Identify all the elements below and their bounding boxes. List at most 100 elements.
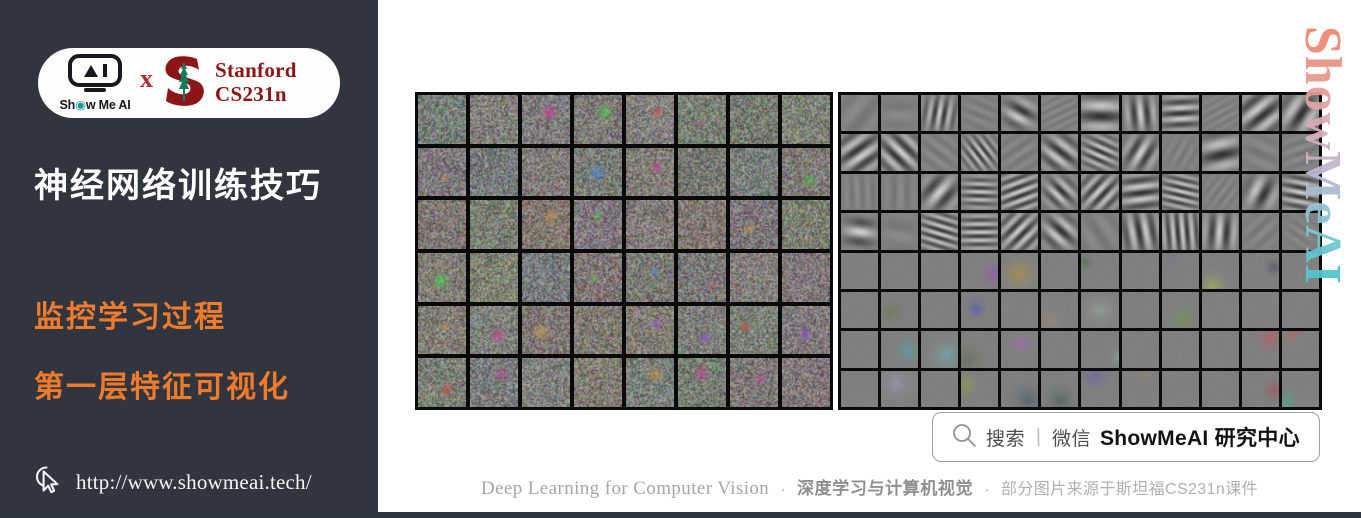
filter-cell [418,147,466,197]
stanford-line2: CS231n [215,82,287,106]
filter-cell [1161,173,1199,211]
filter-cell [1001,95,1039,132]
filter-cell [1041,134,1079,171]
filter-cell [1121,213,1159,250]
filter-cell [1201,173,1239,211]
filter-cell [626,358,674,407]
logo-badge: Sh◉w Me AI x Stanford CS231n [38,48,340,118]
filter-cell [1281,291,1319,329]
sidebar: Sh◉w Me AI x Stanford CS231n 神经网络训练技巧 监控… [0,0,378,518]
wechat-search-bar[interactable]: 搜索 | 微信 ShowMeAI 研究中心 [932,412,1320,462]
filter-cell [1241,291,1279,329]
filter-grid-gabor-cells [838,92,1322,410]
filter-cell [418,253,466,302]
filter-cell [921,252,959,289]
filter-cell [1201,252,1239,289]
bottom-border [0,512,1361,518]
filter-cell [1081,213,1119,250]
showmeai-logo: Sh◉w Me AI [52,54,138,112]
filter-cell [1001,134,1039,171]
filter-cell [961,370,999,407]
filter-cell [730,305,778,355]
filter-cell [418,358,466,407]
filter-cell [921,134,959,171]
filter-cell [961,331,999,368]
filter-cell [1161,95,1199,132]
site-url-row[interactable]: http://www.showmeai.tech/ [34,464,312,500]
filter-cell [1241,134,1279,171]
filter-cell [470,95,518,144]
filter-cell [626,147,674,197]
stanford-label: Stanford CS231n [215,59,297,106]
subtitle-primary: 监控学习过程 [34,301,226,334]
filter-cell [881,95,919,132]
filter-cell [1001,370,1039,407]
filter-cell [1121,134,1159,171]
filter-cell [470,147,518,197]
filter-cell [881,331,919,368]
filter-cell [1161,370,1199,407]
filter-cell [921,291,959,329]
filter-cell [961,134,999,171]
filter-cell [961,173,999,211]
filter-cell [522,200,570,249]
filter-cell [1201,370,1239,407]
filter-cell [1121,370,1159,407]
filter-cell [841,252,879,289]
filter-cell [1001,252,1039,289]
filter-cell [678,147,726,197]
filter-cell [470,253,518,302]
filter-cell [921,95,959,132]
filter-cell [730,147,778,197]
filter-cell [1041,331,1079,368]
filter-cell [921,213,959,250]
search-label: 搜索 [986,428,1026,450]
filter-cell [782,95,830,144]
filter-cell [961,95,999,132]
filter-cell [1161,291,1199,329]
filter-cell [782,147,830,197]
filter-cell [1121,252,1159,289]
filter-cell [1001,213,1039,250]
filter-cell [1161,331,1199,368]
filter-cell [1241,331,1279,368]
filter-cell [1281,213,1319,250]
filter-cell [881,213,919,250]
slide-canvas: Sh◉w Me AI x Stanford CS231n 神经网络训练技巧 监控… [0,0,1361,518]
filter-cell [1161,252,1199,289]
filter-cell [961,291,999,329]
filter-cell [574,147,622,197]
filter-cell [1081,173,1119,211]
filter-cell [1001,331,1039,368]
filter-cell [626,253,674,302]
filter-cell [1041,252,1079,289]
subtitle-secondary: 第一层特征可视化 [34,371,290,404]
main-panel: ShowMeAI 搜索 | 微信 ShowMeAI 研究中心 Deep Lear… [378,0,1361,518]
filter-cell [626,95,674,144]
showmeai-monitor-icon [68,54,122,87]
footer-credit: Deep Learning for Computer Vision · 深度学习… [378,474,1361,500]
filter-cell [1241,173,1279,211]
filter-cell [1081,291,1119,329]
filter-cell [881,252,919,289]
filter-cell [1281,173,1319,211]
filter-cell [470,305,518,355]
filter-cell [678,95,726,144]
footer-dot-1: · [780,481,786,499]
filter-cell [1041,213,1079,250]
filter-cell [522,358,570,407]
filter-cell [841,331,879,368]
filter-cell [1041,173,1079,211]
filter-cell [1041,95,1079,132]
filter-cell [678,358,726,407]
filter-cell [1121,291,1159,329]
filter-cell [522,253,570,302]
filter-cell [1281,370,1319,407]
filter-cell [881,291,919,329]
filter-cell [881,173,919,211]
filter-cell [1161,134,1199,171]
page-title: 神经网络训练技巧 [34,167,322,205]
footer-chinese-note: 部分图片来源于斯坦福CS231n课件 [1000,481,1259,498]
filter-cell [1241,213,1279,250]
filter-cell [1281,331,1319,368]
